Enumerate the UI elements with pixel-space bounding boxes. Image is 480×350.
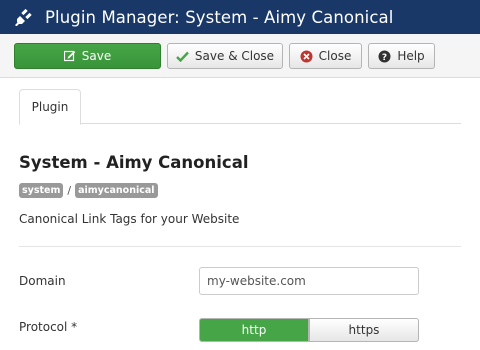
plugin-name: System - Aimy Canonical [19, 153, 249, 172]
domain-label: Domain [19, 274, 66, 288]
cancel-icon [300, 50, 313, 62]
save-close-button[interactable]: Save & Close [167, 43, 283, 69]
save-button[interactable]: Save [14, 43, 161, 69]
protocol-toggle: http https [199, 318, 419, 342]
tab-plugin[interactable]: Plugin [19, 89, 81, 125]
badge-separator: / [67, 184, 72, 197]
title-bar: Plugin Manager: System - Aimy Canonical [0, 0, 480, 34]
close-label: Close [318, 49, 352, 63]
close-button[interactable]: Close [289, 43, 362, 69]
domain-input[interactable] [199, 267, 419, 295]
help-label: Help [397, 49, 425, 63]
question-icon: ? [378, 50, 391, 63]
protocol-label: Protocol * [19, 320, 78, 334]
plugin-badges: system / aimycanonical [19, 183, 158, 198]
divider [19, 246, 461, 247]
protocol-option-https[interactable]: https [309, 318, 419, 342]
save-label: Save [81, 49, 112, 63]
save-close-label: Save & Close [194, 49, 275, 63]
toolbar: Save Save & Close Close ? Help [0, 34, 480, 78]
page-title: Plugin Manager: System - Aimy Canonical [45, 7, 394, 27]
edit-icon [63, 50, 75, 62]
badge-folder: system [19, 183, 64, 198]
protocol-option-http[interactable]: http [199, 318, 309, 342]
checkmark-icon [176, 51, 189, 62]
help-button[interactable]: ? Help [368, 43, 435, 69]
plug-icon [15, 8, 32, 26]
svg-text:?: ? [382, 53, 387, 63]
badge-element: aimycanonical [75, 183, 158, 198]
tab-bar: Plugin [19, 89, 461, 125]
plugin-description: Canonical Link Tags for your Website [19, 212, 240, 226]
